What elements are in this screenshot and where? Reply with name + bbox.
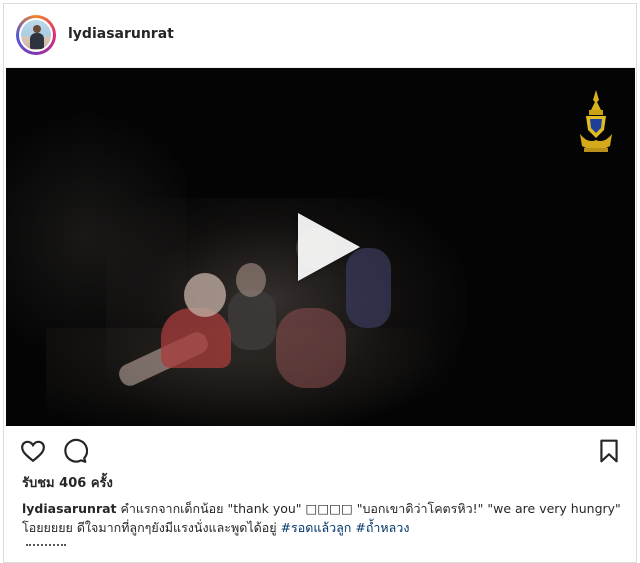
post-header: lydiasarunrat bbox=[4, 4, 636, 68]
video-player[interactable] bbox=[6, 68, 635, 426]
play-icon[interactable] bbox=[298, 213, 360, 281]
action-bar bbox=[4, 432, 636, 466]
views-count: รับชม 406 ครั้ง bbox=[22, 476, 113, 491]
heart-icon[interactable] bbox=[20, 438, 46, 464]
post-caption: lydiasarunrat คำแรกจากเด็กน้อย "thank you… bbox=[22, 499, 626, 537]
post-card: lydiasarunrat รับชม 406 ครั้ง lydiasarun… bbox=[3, 3, 637, 563]
caption-username[interactable]: lydiasarunrat bbox=[22, 501, 117, 516]
caption-text-line2: โอยยยยย ดีใจมากที่ลูกๆยังมีแรงนั่งและพูด… bbox=[22, 520, 277, 535]
comments-preview bbox=[26, 544, 66, 552]
username-link[interactable]: lydiasarunrat bbox=[68, 26, 174, 42]
avatar[interactable] bbox=[16, 15, 56, 55]
speech-bubble-icon[interactable] bbox=[62, 438, 88, 464]
caption-text-line1: คำแรกจากเด็กน้อย "thank you" □□□□ "บอกเข… bbox=[120, 501, 621, 516]
royal-emblem-icon bbox=[580, 90, 612, 152]
hashtag-link[interactable]: #ถ้ำหลวง bbox=[355, 520, 409, 535]
hashtag-link[interactable]: #รอดแล้วลูก bbox=[281, 520, 352, 535]
profile-photo bbox=[19, 18, 53, 52]
bookmark-icon[interactable] bbox=[596, 438, 622, 464]
